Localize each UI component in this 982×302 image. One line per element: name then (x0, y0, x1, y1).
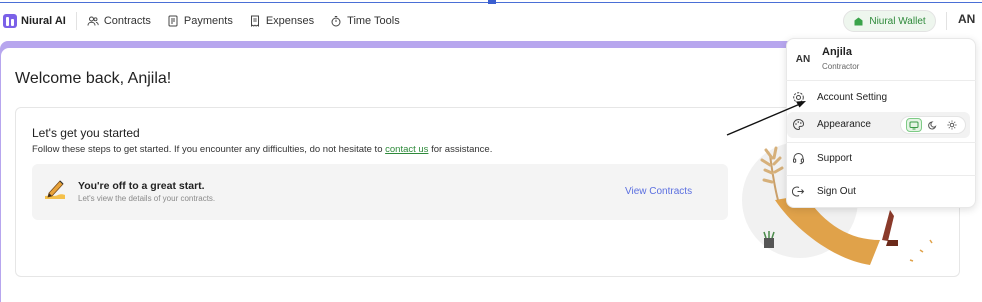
niural-wallet-button[interactable]: Niural Wallet (843, 10, 936, 32)
moon-icon[interactable] (925, 118, 941, 132)
avatar[interactable]: AN (958, 12, 975, 26)
users-icon (87, 15, 99, 27)
onboarding-step (32, 164, 728, 220)
description-text-suffix: for assistance. (431, 144, 493, 155)
step-title: You're off to a great start. (78, 180, 205, 192)
nav-divider (946, 12, 947, 30)
user-role: Contractor (822, 62, 860, 71)
dropdown-divider (786, 175, 976, 176)
stopwatch-icon (330, 15, 342, 27)
nav-item-label: Time Tools (347, 15, 400, 27)
theme-toggle (900, 116, 966, 134)
sign-out-icon (792, 185, 805, 198)
menu-item-sign-out[interactable]: Sign Out (792, 185, 856, 198)
brand-name: Niural AI (21, 15, 66, 27)
dropdown-divider (786, 142, 976, 143)
nav-divider (75, 12, 77, 30)
invoice-icon (167, 15, 179, 27)
sun-icon[interactable] (944, 118, 960, 132)
nav-item-time-tools[interactable]: Time Tools (330, 15, 400, 27)
wallet-icon (853, 16, 864, 27)
view-contracts-link[interactable]: View Contracts (625, 186, 692, 197)
menu-item-label: Sign Out (817, 186, 856, 197)
monitor-icon[interactable] (905, 118, 922, 132)
menu-item-label: Support (817, 153, 853, 164)
wallet-label: Niural Wallet (869, 15, 926, 27)
nav-item-payments[interactable]: Payments (167, 15, 233, 27)
menu-item-appearance[interactable]: Appearance (792, 118, 871, 131)
dropdown-avatar: AN (795, 53, 811, 65)
nav-item-label: Contracts (103, 15, 151, 27)
gear-icon (792, 91, 805, 104)
niural-logo-icon (3, 14, 17, 28)
brand-logo[interactable]: Niural AI (3, 14, 66, 28)
headset-icon (792, 152, 805, 165)
contact-us-link[interactable]: contact us (385, 144, 428, 155)
menu-item-label: Appearance (817, 119, 871, 130)
receipt-icon (249, 15, 261, 27)
nav-item-expenses[interactable]: Expenses (249, 15, 314, 27)
nav-item-label: Expenses (265, 15, 315, 27)
description-text: Follow these steps to get started. If yo… (32, 144, 383, 155)
pencil-icon (42, 177, 68, 203)
dropdown-divider (786, 80, 976, 81)
get-started-description: Follow these steps to get started. If yo… (32, 144, 492, 155)
menu-item-account-setting[interactable]: Account Setting (792, 91, 887, 104)
top-navbar: Niural AI Contracts Payments Expenses Ti… (0, 4, 982, 38)
menu-item-support[interactable]: Support (792, 152, 852, 165)
step-subtitle: Let's view the details of your contracts… (78, 194, 216, 203)
user-name: Anjila (822, 46, 852, 58)
nav-item-contracts[interactable]: Contracts (87, 15, 151, 27)
palette-icon (792, 118, 805, 131)
get-started-title: Let's get you started (32, 126, 140, 140)
menu-item-label: Account Setting (817, 92, 888, 103)
nav-item-label: Payments (183, 15, 233, 27)
page-title: Welcome back, Anjila! (15, 70, 172, 87)
